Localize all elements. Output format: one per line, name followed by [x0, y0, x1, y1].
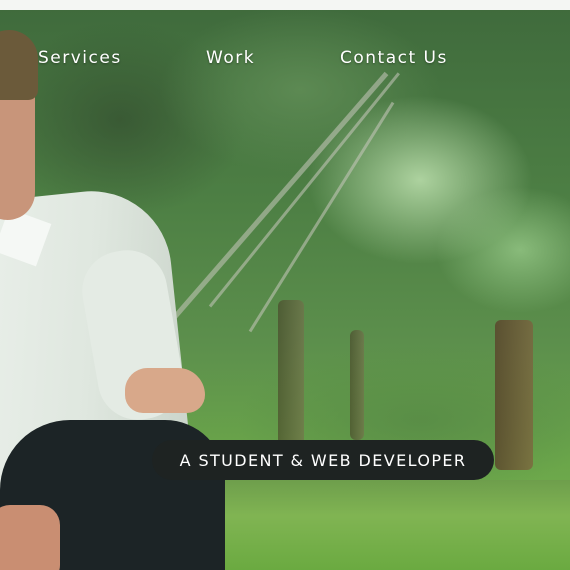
main-nav: Services Work Contact Us — [0, 48, 570, 72]
top-edge — [0, 0, 570, 10]
tree-trunk — [350, 330, 364, 440]
tagline-badge: A STUDENT & WEB DEVELOPER — [152, 440, 494, 480]
hero-section: Services Work Contact Us A STUDENT & WEB… — [0, 0, 570, 570]
leg — [0, 505, 60, 570]
grass — [200, 480, 570, 570]
hand — [125, 368, 205, 413]
nav-link-contact-us[interactable]: Contact Us — [340, 48, 448, 68]
nav-link-work[interactable]: Work — [206, 48, 255, 68]
tree-trunk — [495, 320, 533, 470]
tree-trunk — [278, 300, 304, 450]
nav-link-services[interactable]: Services — [38, 48, 122, 68]
tagline-text: A STUDENT & WEB DEVELOPER — [179, 450, 467, 470]
